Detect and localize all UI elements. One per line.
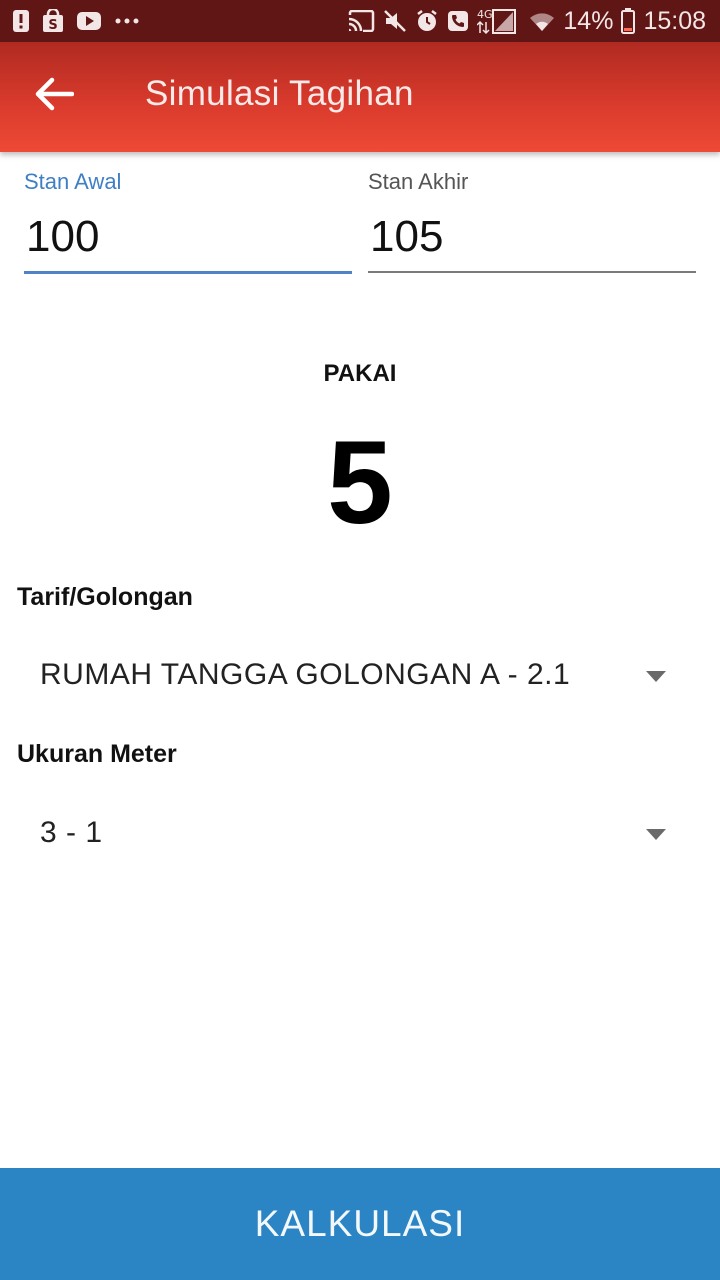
back-arrow-icon <box>34 76 75 117</box>
ukuran-selected-value: 3 - 1 <box>40 816 103 849</box>
app-bar: Simulasi Tagihan <box>0 42 720 152</box>
clock: 15:08 <box>643 6 706 35</box>
alert-icon <box>12 9 30 33</box>
status-bar-system: 4G 14% 15:08 <box>347 5 706 37</box>
back-button[interactable] <box>24 66 84 126</box>
cast-icon <box>347 10 375 32</box>
stan-awal-input[interactable] <box>24 207 352 267</box>
signal-4g-icon: 4G <box>477 7 521 35</box>
tarif-label: Tarif/Golongan <box>17 583 193 611</box>
kalkulasi-button[interactable]: KALKULASI <box>0 1168 720 1280</box>
battery-percent: 14% <box>563 6 614 35</box>
stan-akhir-label: Stan Akhir <box>368 169 469 194</box>
tarif-dropdown[interactable]: RUMAH TANGGA GOLONGAN A - 2.1 <box>40 652 680 702</box>
page-title: Simulasi Tagihan <box>145 74 414 113</box>
battery-icon <box>621 8 636 34</box>
tarif-selected-value: RUMAH TANGGA GOLONGAN A - 2.1 <box>40 658 571 691</box>
more-dots-icon <box>114 17 140 25</box>
alarm-icon <box>415 9 439 33</box>
svg-text:4G: 4G <box>477 8 493 21</box>
dropdown-arrow-icon <box>646 828 666 840</box>
svg-text:S: S <box>48 18 57 33</box>
pakai-value: 5 <box>327 417 393 549</box>
pakai-label: PAKAI <box>323 360 397 387</box>
youtube-icon <box>76 11 102 31</box>
call-icon <box>447 10 469 32</box>
status-bar: S 4G 14% 15:08 <box>0 0 720 42</box>
stan-awal-label: Stan Awal <box>24 169 122 194</box>
stan-akhir-input[interactable] <box>368 207 696 267</box>
mute-icon <box>383 9 407 33</box>
wifi-icon <box>529 10 555 32</box>
stan-akhir-underline <box>368 271 696 273</box>
ukuran-label: Ukuran Meter <box>17 740 177 768</box>
ukuran-dropdown[interactable]: 3 - 1 <box>40 810 680 860</box>
stan-awal-underline <box>24 271 352 274</box>
stan-awal-field: Stan Awal <box>24 165 352 277</box>
screen: S 4G 14% 15:08 Simulasi Tagihan Stan Awa… <box>0 0 720 1280</box>
status-bar-notifications: S <box>12 7 140 35</box>
stan-akhir-field: Stan Akhir <box>368 165 696 277</box>
dropdown-arrow-icon <box>646 670 666 682</box>
shop-icon: S <box>42 9 64 33</box>
